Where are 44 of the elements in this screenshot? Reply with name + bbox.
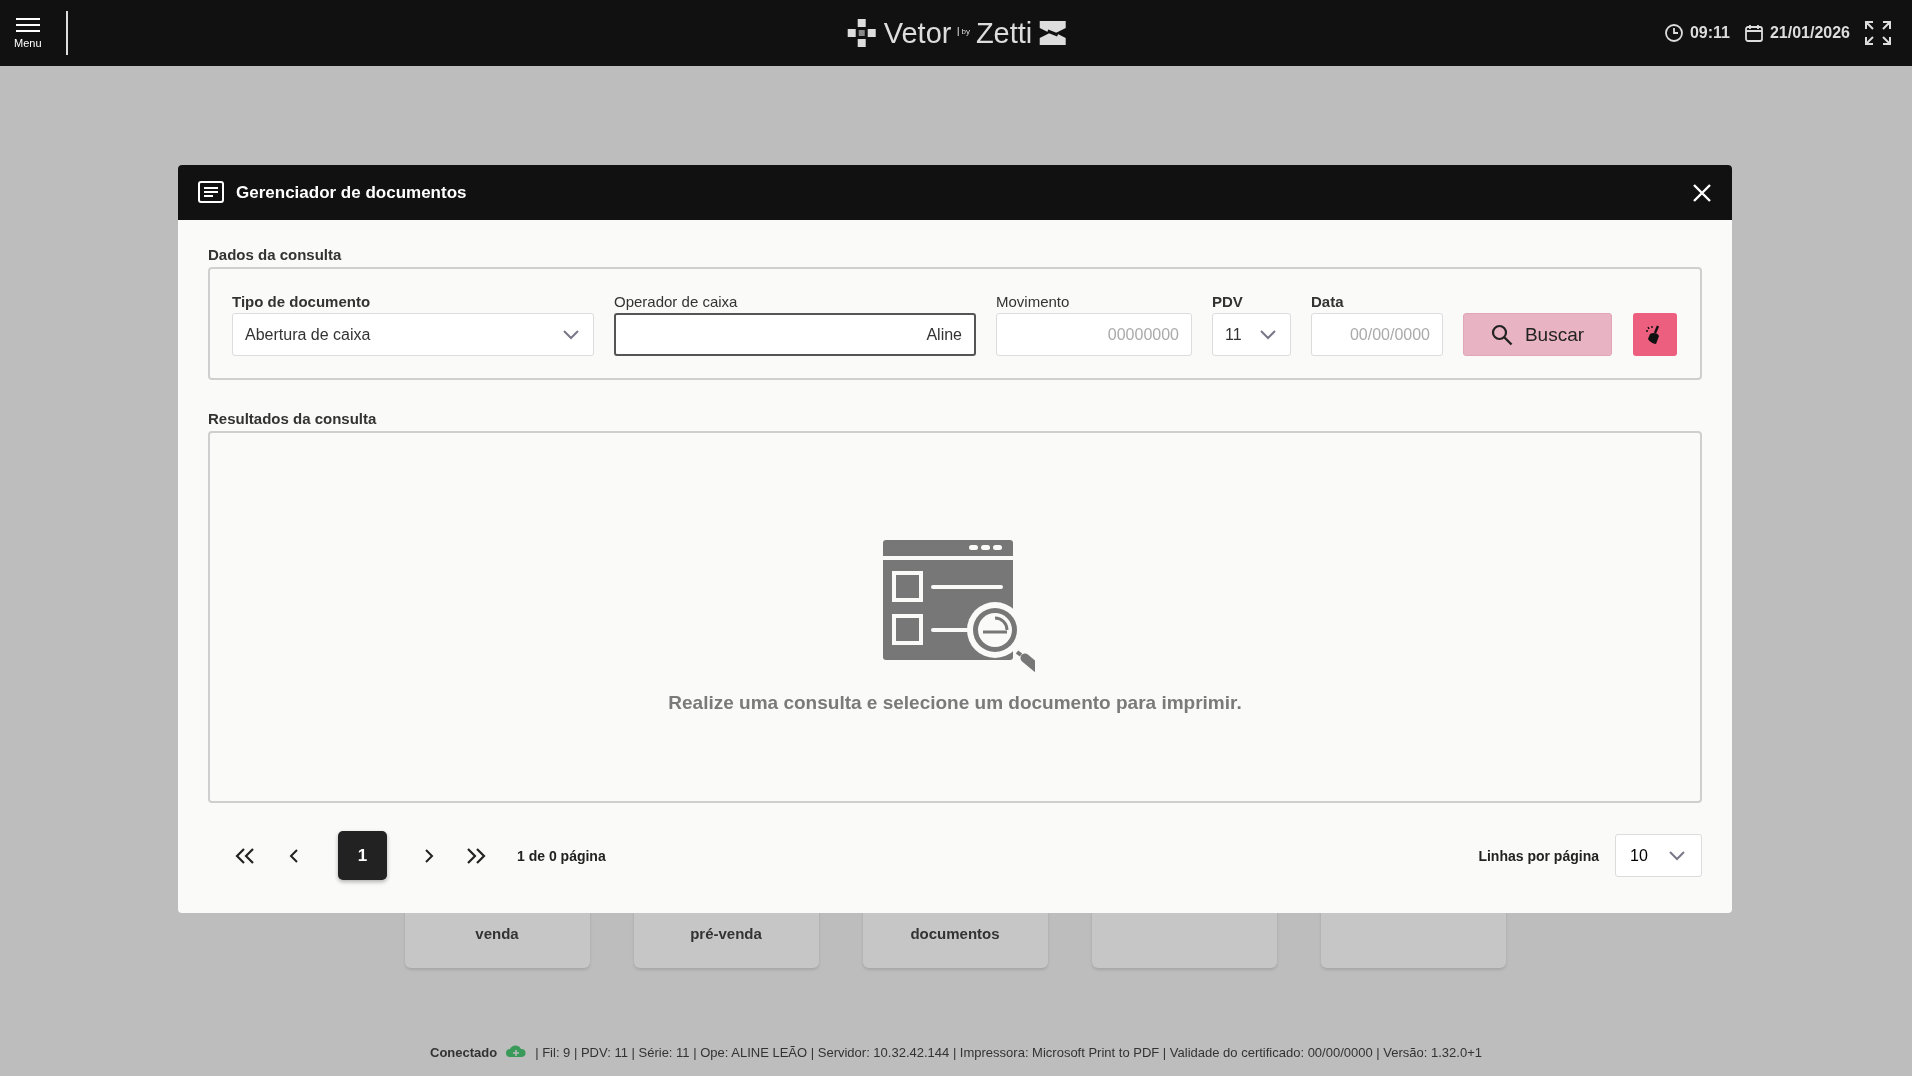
status-details: | Fil: 9 | PDV: 11 | Série: 11 | Ope: ALINE LEÃO | Servidor: 10.32.42.144 | Impressora: Microsoft Print to PDF | Validade do certificado: 00/00/0000 | Versão: 1.32.0+1 <box>535 1044 1482 1060</box>
fullscreen-icon[interactable] <box>1864 20 1892 46</box>
last-page-icon[interactable] <box>465 846 487 865</box>
document-icon <box>198 180 224 205</box>
rows-per-page-label: Linhas por página <box>1478 847 1599 864</box>
first-page-icon[interactable] <box>234 846 256 865</box>
chevron-down-icon <box>563 329 579 340</box>
page-button[interactable]: 1 <box>338 831 387 880</box>
menu-button[interactable]: Menu <box>14 13 42 53</box>
date-text: 21/01/2026 <box>1769 24 1850 42</box>
field-label: Operador de caixa <box>614 293 739 310</box>
section-title: Dados da consulta <box>208 246 343 263</box>
field-label: Data <box>1311 293 1345 310</box>
clear-button[interactable] <box>1633 313 1677 356</box>
empty-message: Realize uma consulta e selecione um documento para imprimir. <box>668 692 1242 714</box>
partner-logo-icon <box>1038 20 1067 46</box>
select-field[interactable]: 11 <box>1212 313 1291 356</box>
dialog-title: Gerenciador de documentos <box>236 182 467 203</box>
section-title: Resultados da consulta <box>208 410 378 427</box>
rows-per-page-select[interactable]: 10 <box>1615 834 1702 877</box>
input-field[interactable]: Aline <box>614 313 976 356</box>
clock-icon <box>1663 23 1684 43</box>
chevron-down-icon <box>1260 329 1276 340</box>
calendar-icon <box>1743 23 1764 43</box>
partner-name: Zetti <box>975 16 1033 50</box>
next-page-icon[interactable] <box>423 846 435 865</box>
brand-by: by <box>957 26 970 36</box>
field-label: PDV <box>1212 293 1244 310</box>
field-label: Movimento <box>996 293 1071 310</box>
brand-name: Vetor <box>883 16 952 50</box>
time-text: 09:11 <box>1689 24 1730 42</box>
field-label: Tipo de documento <box>232 293 372 310</box>
page-summary: 1 de 0 página <box>517 847 606 864</box>
select-field[interactable]: Abertura de caixa <box>232 313 594 356</box>
search-button[interactable]: Buscar <box>1463 313 1612 356</box>
search-icon <box>1490 323 1513 346</box>
chevron-down-icon <box>1669 850 1685 861</box>
logo-icon <box>845 17 878 49</box>
input-field[interactable]: 00000000 <box>996 313 1192 356</box>
close-icon[interactable] <box>1692 182 1712 203</box>
previous-page-icon[interactable] <box>288 846 300 865</box>
connection-status: Conectado <box>430 1044 498 1060</box>
menu-icon <box>14 17 41 33</box>
input-field[interactable]: 00/00/0000 <box>1311 313 1443 356</box>
